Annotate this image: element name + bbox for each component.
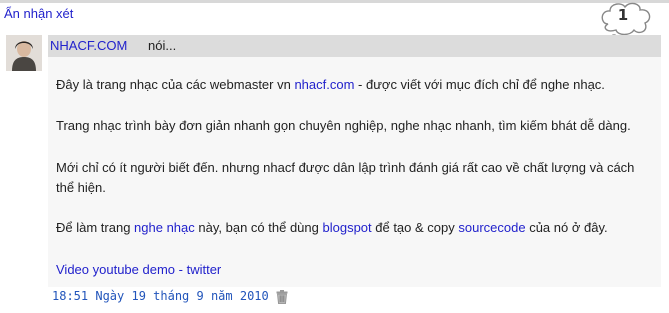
link-separator: - xyxy=(175,262,187,277)
comment-paragraph-3: Mới chỉ có ít người biết đến. nhưng nhac… xyxy=(56,160,635,195)
top-divider xyxy=(0,0,669,3)
hide-comments-link[interactable]: Ẩn nhận xét xyxy=(4,6,73,21)
says-label: nói... xyxy=(148,38,177,53)
comment-author-link[interactable]: NHACF.COM xyxy=(50,38,127,53)
trash-icon[interactable] xyxy=(276,290,288,304)
comment-timestamp-link[interactable]: 18:51 Ngày 19 tháng 9 năm 2010 xyxy=(52,289,269,303)
nhacf-link[interactable]: nhacf.com xyxy=(294,77,354,92)
text-segment: Để làm trang xyxy=(56,220,135,235)
avatar[interactable] xyxy=(6,35,42,71)
text-segment: Đây là trang nhạc của các webmaster vn xyxy=(56,77,295,92)
comment-paragraph-4: Để làm trang nghe nhạc này, bạn có thể d… xyxy=(56,218,656,238)
video-demo-link[interactable]: Video youtube demo xyxy=(56,262,175,277)
text-segment: để tạo & copy xyxy=(371,220,459,235)
comment-paragraph-1: Đây là trang nhạc của các webmaster vn n… xyxy=(56,75,656,95)
text-segment: này, bạn có thể dùng xyxy=(194,220,323,235)
comment-header: NHACF.COM nói... xyxy=(48,35,661,57)
text-segment: của nó ở đây. xyxy=(525,220,608,235)
text-segment: - được viết với mục đích chỉ để nghe nhạ… xyxy=(354,77,605,92)
comment-paragraph-5: Video youtube demo - twitter xyxy=(56,260,656,280)
twitter-link[interactable]: twitter xyxy=(187,262,222,277)
blogspot-link[interactable]: blogspot xyxy=(322,220,371,235)
comment-paragraph-2: Trang nhạc trình bày đơn giản nhanh gọn … xyxy=(56,118,631,133)
comment-count: 1 xyxy=(617,6,629,24)
comment-body: NHACF.COM nói... Đây là trang nhạc của c… xyxy=(48,35,661,287)
nghe-nhac-link[interactable]: nghe nhạc xyxy=(134,220,195,235)
sourcecode-link[interactable]: sourcecode xyxy=(458,220,525,235)
